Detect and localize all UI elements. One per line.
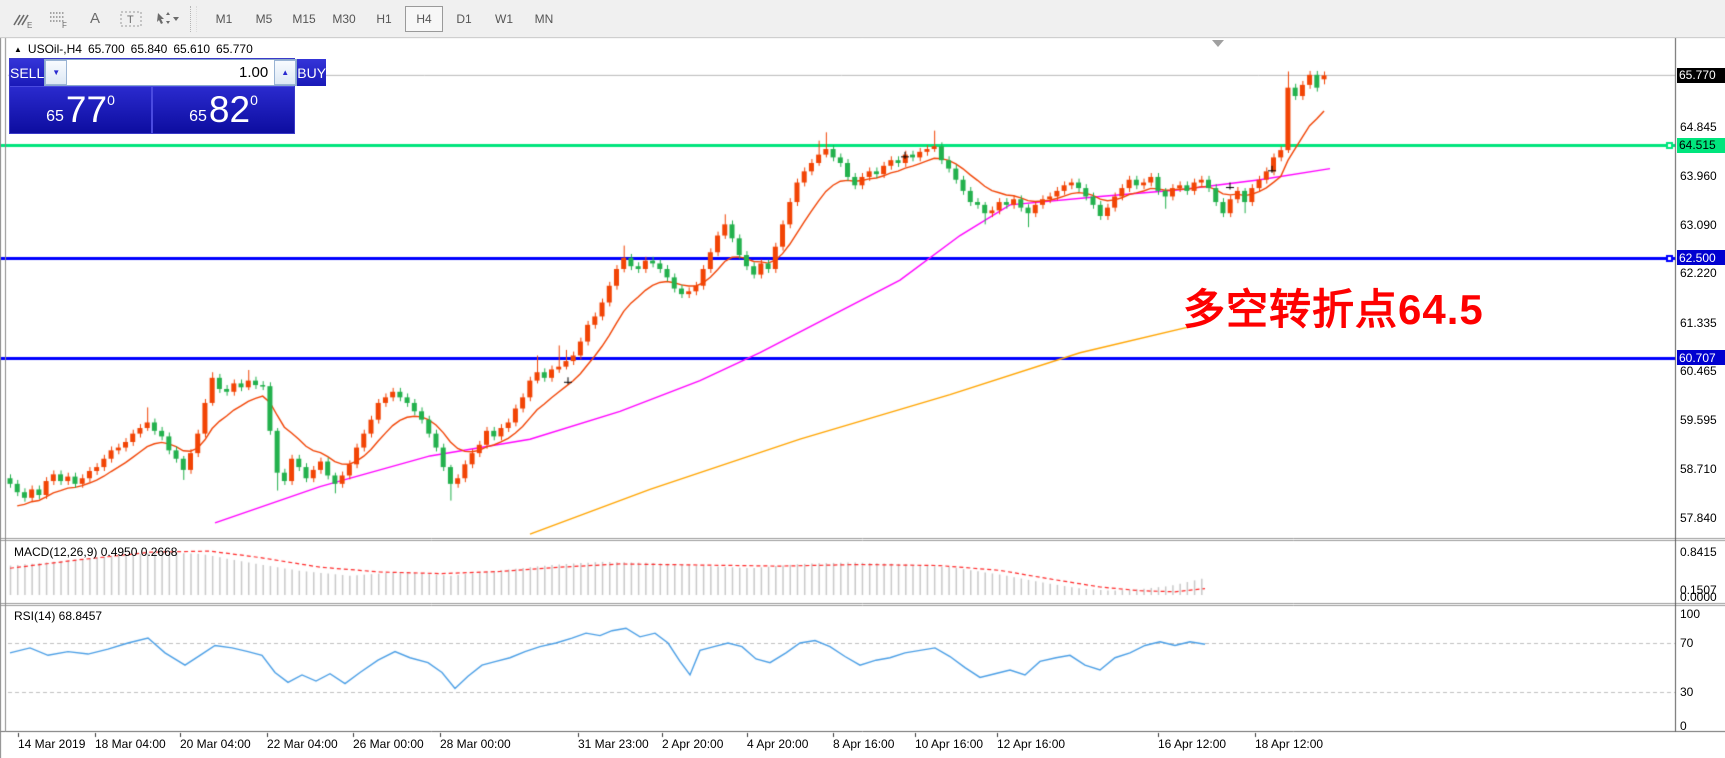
- sell-button[interactable]: SELL: [10, 59, 44, 86]
- chart-annotation: 多空转折点64.5: [1183, 276, 1484, 337]
- cursor-tools-icon[interactable]: [152, 6, 182, 32]
- volume-decrease-button[interactable]: ▼: [45, 60, 67, 85]
- buy-button[interactable]: BUY: [297, 59, 326, 86]
- time-label: 4 Apr 20:00: [747, 737, 808, 751]
- time-label: 8 Apr 16:00: [833, 737, 894, 751]
- time-label: 31 Mar 23:00: [578, 737, 649, 751]
- symbol-arrow-icon: ▲: [14, 45, 22, 54]
- volume-input[interactable]: [67, 60, 274, 85]
- symbol-name: USOil-,H4: [28, 42, 82, 56]
- price-tick-64.845: 64.845: [1680, 120, 1717, 134]
- top-toolbar: E F A T: [0, 0, 1725, 38]
- time-label: 10 Apr 16:00: [915, 737, 983, 751]
- price-tick-60.465: 60.465: [1680, 364, 1717, 378]
- price-tick-59.595: 59.595: [1680, 413, 1717, 427]
- price-tick-62.220: 62.220: [1680, 266, 1717, 280]
- time-label: 20 Mar 04:00: [180, 737, 251, 751]
- ohlc-open: 65.700: [88, 42, 125, 56]
- volume-stepper: ▼ ▲: [44, 59, 297, 86]
- ohlc-low: 65.610: [173, 42, 210, 56]
- time-label: 26 Mar 00:00: [353, 737, 424, 751]
- price-tick-57.840: 57.840: [1680, 511, 1717, 525]
- volume-increase-button[interactable]: ▲: [274, 60, 296, 85]
- price-tick-63.090: 63.090: [1680, 218, 1717, 232]
- timeframe-button-h4[interactable]: H4: [405, 6, 443, 32]
- time-label: 22 Mar 04:00: [267, 737, 338, 751]
- symbol-header: ▲ USOil-,H4 65.700 65.840 65.610 65.770: [14, 42, 253, 56]
- price-badge-64.515: 64.515: [1677, 138, 1725, 153]
- price-badge-65.770: 65.770: [1677, 68, 1725, 83]
- svg-text:T: T: [127, 14, 134, 26]
- timeframe-button-m1[interactable]: M1: [205, 6, 243, 32]
- buy-price-sup: 0: [250, 87, 258, 108]
- buy-price-small: 65: [189, 108, 207, 133]
- ohlc-close: 65.770: [216, 42, 253, 56]
- chart-shift-marker[interactable]: [1212, 40, 1224, 47]
- time-label: 18 Apr 12:00: [1255, 737, 1323, 751]
- rsi-label-30: 30: [1680, 685, 1693, 699]
- rsi-label-100: 100: [1680, 607, 1700, 621]
- timeframe-toolbar: M1M5M15M30H1H4D1W1MN: [205, 6, 563, 32]
- svg-text:E: E: [27, 21, 32, 29]
- timeframe-button-d1[interactable]: D1: [445, 6, 483, 32]
- ohlc-high: 65.840: [131, 42, 168, 56]
- mt4-terminal: E F A T: [0, 0, 1725, 758]
- price-badge-60.707: 60.707: [1677, 350, 1725, 365]
- toolbar-icon-group: E F A T: [0, 6, 182, 32]
- price-badge-62.500: 62.500: [1677, 250, 1725, 265]
- text-label-icon[interactable]: A: [80, 6, 110, 32]
- time-label: 28 Mar 00:00: [440, 737, 511, 751]
- toolbar-separator: [190, 6, 197, 32]
- text-box-icon[interactable]: T: [116, 6, 146, 32]
- macd-label-0.0000: 0.0000: [1680, 590, 1717, 604]
- price-tick-58.710: 58.710: [1680, 462, 1717, 476]
- timeframe-button-m5[interactable]: M5: [245, 6, 283, 32]
- price-tick-61.335: 61.335: [1680, 316, 1717, 330]
- macd-title: MACD(12,26,9) 0.4950 0.2668: [14, 545, 177, 559]
- buy-price-big: 82: [209, 88, 250, 132]
- sell-price-display[interactable]: 65 77 0: [10, 87, 151, 133]
- timeframe-button-h1[interactable]: H1: [365, 6, 403, 32]
- price-tick-63.960: 63.960: [1680, 169, 1717, 183]
- sell-price-big: 77: [66, 88, 107, 132]
- sell-price-sup: 0: [107, 87, 115, 108]
- timeframe-button-m15[interactable]: M15: [285, 6, 323, 32]
- macd-label-0.8415: 0.8415: [1680, 545, 1717, 559]
- time-label: 14 Mar 2019: [18, 737, 85, 751]
- sell-price-small: 65: [46, 108, 64, 133]
- indicator-grid-icon[interactable]: F: [44, 6, 74, 32]
- rsi-label-0: 0: [1680, 719, 1687, 733]
- rsi-title: RSI(14) 68.8457: [14, 609, 102, 623]
- time-label: 16 Apr 12:00: [1158, 737, 1226, 751]
- time-label: 2 Apr 20:00: [662, 737, 723, 751]
- time-label: 18 Mar 04:00: [95, 737, 166, 751]
- time-label: 12 Apr 16:00: [997, 737, 1065, 751]
- expert-advisor-chart-icon[interactable]: E: [8, 6, 38, 32]
- one-click-trading-panel: SELL ▼ ▲ BUY 65 77 0 65 82 0: [9, 58, 295, 134]
- timeframe-button-m30[interactable]: M30: [325, 6, 363, 32]
- svg-text:F: F: [62, 21, 67, 29]
- timeframe-button-w1[interactable]: W1: [485, 6, 523, 32]
- rsi-label-70: 70: [1680, 636, 1693, 650]
- buy-price-display[interactable]: 65 82 0: [151, 87, 294, 133]
- timeframe-button-mn[interactable]: MN: [525, 6, 563, 32]
